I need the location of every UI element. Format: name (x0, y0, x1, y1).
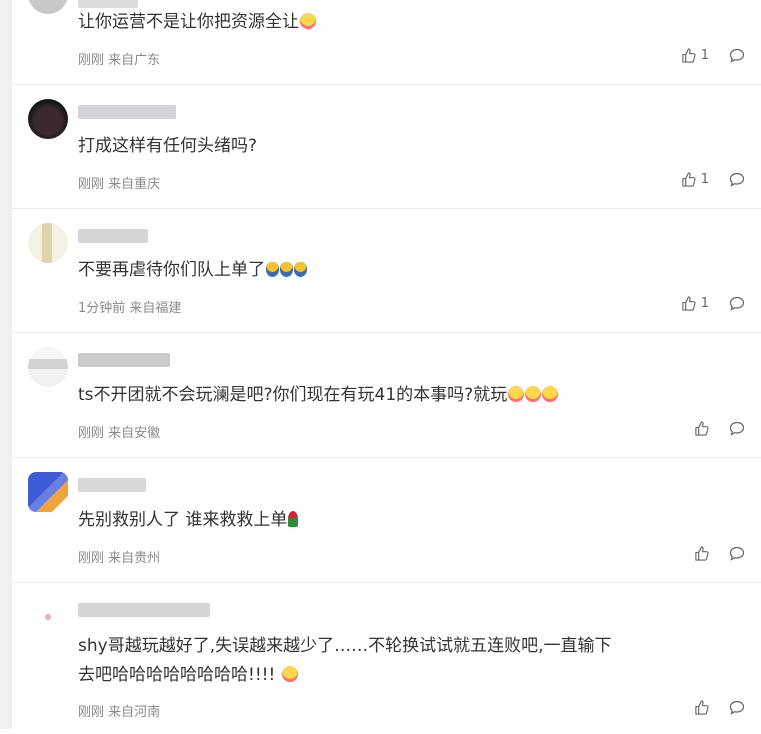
sweat-emoji-icon (280, 262, 293, 277)
comment-item: 打成这样有任何头绪吗? 刚刚 来自重庆 1 (12, 85, 761, 209)
thumbs-up-icon (695, 421, 709, 436)
comment-item: 先别救别人了 谁来救救上单 刚刚 来自贵州 (12, 458, 761, 583)
comment-location: 来自广东 (108, 53, 161, 68)
comment-text: 打成这样有任何头绪吗? (78, 136, 258, 156)
comment-bubble-icon[interactable] (729, 700, 745, 715)
nickname-blurred[interactable] (78, 229, 148, 243)
comment-actions (694, 700, 745, 715)
comment-actions: 1 (681, 172, 745, 187)
avatar[interactable] (28, 223, 68, 263)
comment-time: 刚刚 (78, 551, 105, 566)
comment-meta: 刚刚 来自重庆 (78, 173, 160, 192)
nickname-blurred[interactable] (78, 105, 176, 119)
sweat-emoji-icon (266, 262, 279, 277)
like-button[interactable] (694, 546, 709, 561)
comment-text: shy哥越玩越好了,失误越来越少了……不轮换试试就五连败吧,一直输下 去吧哈哈哈… (78, 636, 612, 685)
comment-actions (694, 546, 745, 561)
comment-location: 来自安徽 (108, 426, 161, 441)
comment-location: 来自福建 (129, 301, 182, 316)
comment-bubble-icon[interactable] (729, 546, 745, 561)
thumbs-up-icon (695, 700, 709, 715)
nickname-blurred[interactable] (78, 478, 146, 492)
comment-meta: 刚刚 来自广东 (78, 49, 160, 68)
like-button[interactable]: 1 (681, 296, 709, 311)
comment-item: 不要再虐待你们队上单了 1分钟前 来自福建 1 (12, 209, 761, 333)
avatar[interactable] (28, 347, 68, 387)
comment-time: 刚刚 (78, 705, 105, 720)
thumbs-up-icon (695, 546, 709, 561)
shy-emoji-icon (542, 386, 559, 402)
like-button[interactable] (694, 421, 709, 436)
thumbs-up-icon (682, 48, 696, 63)
like-count: 1 (700, 48, 709, 63)
comment-meta: 刚刚 来自贵州 (78, 547, 160, 566)
nickname-blurred[interactable] (78, 603, 210, 617)
comment-item: shy哥越玩越好了,失误越来越少了……不轮换试试就五连败吧,一直输下 去吧哈哈哈… (12, 583, 761, 734)
like-count: 1 (700, 296, 709, 311)
comment-meta: 刚刚 来自安徽 (78, 422, 160, 441)
thumbs-up-icon (682, 172, 696, 187)
comment-feed: 让你运营不是让你把资源全让 刚刚 来自广东 1 打成这样有任何头绪吗? 刚刚 来… (12, 0, 761, 729)
nickname-blurred[interactable] (78, 353, 170, 367)
thumbs-up-icon (682, 296, 696, 311)
like-button[interactable]: 1 (681, 48, 709, 63)
comment-bubble-icon[interactable] (729, 296, 745, 311)
comment-item: 让你运营不是让你把资源全让 刚刚 来自广东 1 (12, 0, 761, 85)
comment-time: 刚刚 (78, 426, 105, 441)
like-button[interactable] (694, 700, 709, 715)
comment-actions: 1 (681, 296, 745, 311)
comment-location: 来自河南 (108, 705, 161, 720)
avatar[interactable] (28, 99, 68, 139)
avatar[interactable] (28, 472, 68, 512)
comment-location: 来自贵州 (108, 551, 161, 566)
comment-time: 1分钟前 (78, 301, 126, 316)
nickname-blurred[interactable] (78, 0, 138, 8)
comment-location: 来自重庆 (108, 177, 161, 192)
comment-actions: 1 (681, 48, 745, 63)
avatar[interactable] (28, 597, 68, 637)
avatar[interactable] (28, 0, 68, 14)
sweat-emoji-icon (294, 262, 307, 277)
shy-emoji-icon (300, 13, 316, 29)
comment-meta: 1分钟前 来自福建 (78, 297, 181, 316)
comment-actions (694, 421, 745, 436)
comment-text: ts不开团就不会玩澜是吧?你们现在有玩41的本事吗?就玩 (78, 381, 753, 410)
comment-item: ts不开团就不会玩澜是吧?你们现在有玩41的本事吗?就玩 刚刚 来自安徽 (12, 333, 761, 458)
comment-text: 不要再虐待你们队上单了 (78, 256, 753, 285)
comment-text: 先别救别人了 谁来救救上单 (78, 506, 753, 535)
comment-time: 刚刚 (78, 53, 105, 68)
like-button[interactable]: 1 (681, 172, 709, 187)
shy-emoji-icon (508, 386, 525, 402)
comment-time: 刚刚 (78, 177, 105, 192)
comment-bubble-icon[interactable] (729, 172, 745, 187)
left-gutter (0, 0, 12, 729)
comment-bubble-icon[interactable] (729, 421, 745, 436)
comment-bubble-icon[interactable] (729, 48, 745, 63)
shy-emoji-icon (525, 386, 542, 402)
comment-meta: 刚刚 来自河南 (78, 701, 160, 720)
rose-emoji-icon (288, 511, 299, 527)
comment-text: 让你运营不是让你把资源全让 (78, 8, 753, 37)
like-count: 1 (700, 172, 709, 187)
shy-emoji-icon (281, 666, 298, 682)
